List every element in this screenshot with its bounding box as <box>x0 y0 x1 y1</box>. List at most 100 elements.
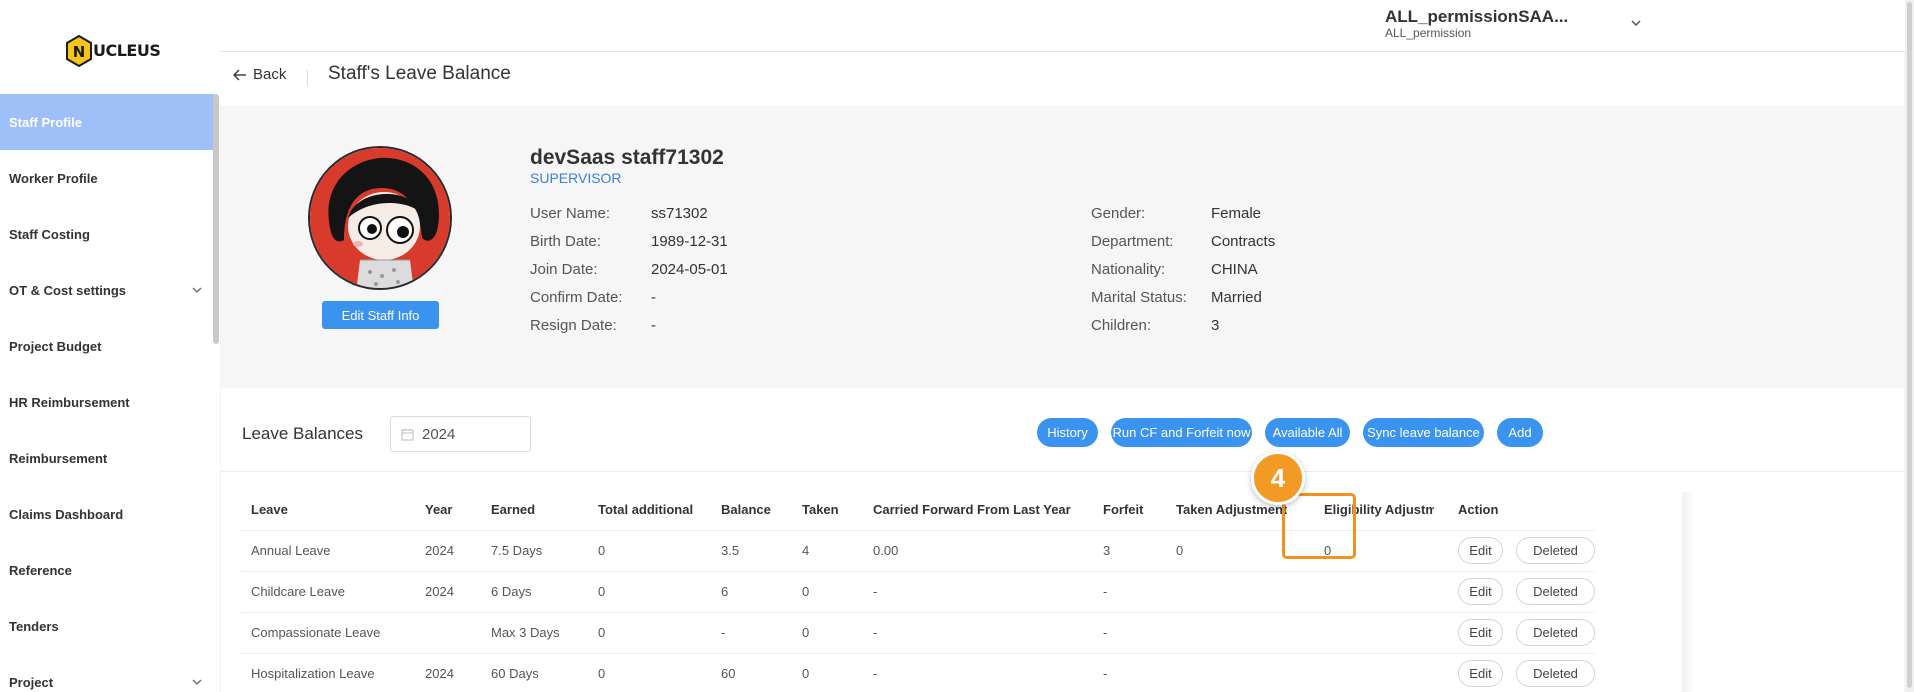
forfeit-highlight-box <box>1282 493 1356 559</box>
cell-taken-adj <box>1166 571 1314 613</box>
history-button[interactable]: History <box>1037 418 1098 447</box>
sidebar-item-staff-costing[interactable]: Staff Costing <box>0 206 214 262</box>
deleted-button[interactable]: Deleted <box>1516 660 1595 687</box>
edit-button[interactable]: Edit <box>1458 578 1503 605</box>
info-value: Female <box>1211 205 1262 222</box>
cell-elig-adj <box>1314 653 1434 692</box>
profile-info-row: Department: Contracts <box>1091 233 1275 261</box>
cell-total-additional: 0 <box>588 653 711 692</box>
sidebar-item-worker-profile[interactable]: Worker Profile <box>0 150 214 206</box>
sidebar-item-project[interactable]: Project <box>0 654 214 692</box>
cell-total-additional: 0 <box>588 612 711 654</box>
sidebar-scrollbar[interactable] <box>213 94 219 344</box>
cell-action: Edit Deleted <box>1434 653 1595 692</box>
cell-action: Edit Deleted <box>1434 612 1595 654</box>
profile-info-left: User Name: ss71302 Birth Date: 1989-12-31 Jo… <box>530 205 728 345</box>
add-button[interactable]: Add <box>1497 418 1543 447</box>
info-label: Join Date: <box>530 261 598 278</box>
cell-action: Edit Deleted <box>1434 571 1595 613</box>
sidebar-item-staff-profile[interactable]: Staff Profile <box>0 94 214 150</box>
sidebar-item-reimbursement[interactable]: Reimbursement <box>0 430 214 486</box>
sidebar-item-project-budget[interactable]: Project Budget <box>0 318 214 374</box>
avatar <box>308 146 452 290</box>
back-button[interactable]: Back <box>233 66 286 83</box>
cell-leave: Compassionate Leave <box>241 612 415 654</box>
cell-action: Edit Deleted <box>1434 530 1595 572</box>
chevron-down-icon <box>192 287 202 293</box>
cell-earned: 7.5 Days <box>481 530 588 572</box>
chevron-down-icon[interactable] <box>1629 16 1643 30</box>
card-divider <box>221 471 1904 472</box>
sidebar-item-ot-cost-settings[interactable]: OT & Cost settings <box>0 262 214 318</box>
cell-taken-adj <box>1166 653 1314 692</box>
cell-balance: - <box>711 612 792 654</box>
user-role: ALL_permission <box>1385 26 1472 40</box>
sidebar-item-label: Tenders <box>9 618 59 634</box>
run-cf-forfeit-button[interactable]: Run CF and Forfeit now <box>1111 418 1252 447</box>
cell-taken: 0 <box>792 653 863 692</box>
column-header: Balance <box>711 490 792 531</box>
sidebar-item-tenders[interactable]: Tenders <box>0 598 214 654</box>
info-label: Nationality: <box>1091 261 1166 278</box>
edit-button[interactable]: Edit <box>1458 537 1503 564</box>
table-row: Annual Leave 2024 7.5 Days 0 3.5 4 0.00 3 0 0 Edit… <box>241 530 1595 572</box>
cell-year <box>415 612 481 654</box>
cell-balance: 6 <box>711 571 792 613</box>
info-label: Marital Status: <box>1091 289 1187 306</box>
edit-button[interactable]: Edit <box>1458 619 1503 646</box>
step-badge: 4 <box>1251 451 1305 505</box>
info-value: CHINA <box>1211 261 1258 278</box>
sidebar-item-label: HR Reimbursement <box>9 394 130 410</box>
logo-text: UCLEUS <box>93 40 161 60</box>
cell-elig-adj <box>1314 571 1434 613</box>
page-scrollbar[interactable] <box>1905 0 1914 692</box>
cell-forfeit: - <box>1093 571 1166 613</box>
user-name[interactable]: ALL_permissionSAA... <box>1385 7 1568 27</box>
cell-earned: Max 3 Days <box>481 612 588 654</box>
deleted-button[interactable]: Deleted <box>1516 578 1595 605</box>
cell-leave: Annual Leave <box>241 530 415 572</box>
info-value: 1989-12-31 <box>651 233 728 250</box>
column-header: Action <box>1434 490 1595 531</box>
cell-carried: - <box>863 612 1093 654</box>
arrow-left-icon <box>233 69 246 80</box>
cell-taken: 0 <box>792 571 863 613</box>
sidebar-item-hr-reimbursement[interactable]: HR Reimbursement <box>0 374 214 430</box>
profile-info-row: Resign Date: - <box>530 317 728 345</box>
profile-info-row: Confirm Date: - <box>530 289 728 317</box>
profile-info-row: User Name: ss71302 <box>530 205 728 233</box>
page-title: Staff's Leave Balance <box>328 63 511 84</box>
cell-year: 2024 <box>415 571 481 613</box>
edit-button[interactable]: Edit <box>1458 660 1503 687</box>
sidebar-item-claims-dashboard[interactable]: Claims Dashboard <box>0 486 214 542</box>
column-header: Forfeit <box>1093 490 1166 531</box>
cell-forfeit: - <box>1093 612 1166 654</box>
logo-mark-icon: N <box>66 34 92 68</box>
chevron-down-icon <box>192 679 202 685</box>
year-picker[interactable]: 2024 <box>390 416 531 452</box>
deleted-button[interactable]: Deleted <box>1516 537 1595 564</box>
sync-leave-balance-button[interactable]: Sync leave balance <box>1363 418 1484 447</box>
available-all-button[interactable]: Available All <box>1265 418 1350 447</box>
table-row: Compassionate Leave Max 3 Days 0-0- - Edit De… <box>241 612 1595 654</box>
edit-staff-info-button[interactable]: Edit Staff Info <box>322 301 439 329</box>
profile-info-right: Gender: Female Department: Contracts Nationa… <box>1091 205 1275 345</box>
nucleus-logo[interactable]: N UCLEUS <box>66 32 161 68</box>
leave-balances-title: Leave Balances <box>242 424 363 443</box>
info-label: Resign Date: <box>530 317 617 334</box>
topbar <box>220 0 1914 52</box>
profile-info-row: Nationality: CHINA <box>1091 261 1275 289</box>
sidebar-item-label: OT & Cost settings <box>9 282 127 298</box>
sidebar: N UCLEUS Staff Profile Worker Profile Staf… <box>0 0 220 692</box>
cell-leave: Hospitalization Leave <box>241 653 415 692</box>
cell-earned: 60 Days <box>481 653 588 692</box>
table-row: Childcare Leave 2024 6 Days 0 6 0- - Edit Delete… <box>241 571 1595 613</box>
sidebar-item-label: Claims Dashboard <box>9 506 124 522</box>
logo-letter: N <box>73 43 86 61</box>
calendar-icon <box>401 428 414 440</box>
info-label: Children: <box>1091 317 1152 334</box>
sidebar-item-reference[interactable]: Reference <box>0 542 214 598</box>
deleted-button[interactable]: Deleted <box>1516 619 1595 646</box>
column-header: Carried Forward From Last Year <box>863 490 1093 531</box>
cell-total-additional: 0 <box>588 571 711 613</box>
